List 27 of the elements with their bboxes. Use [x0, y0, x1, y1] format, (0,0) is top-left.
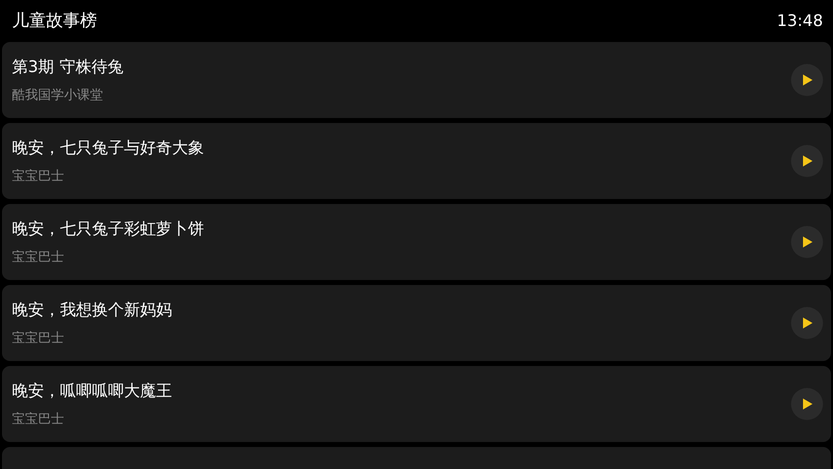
play-button[interactable] — [791, 64, 823, 96]
story-author: 宝宝巴士 — [12, 330, 65, 346]
story-card[interactable]: 晚安，我想换个新妈妈 宝宝巴士 — [2, 285, 831, 361]
story-author: 宝宝巴士 — [12, 410, 65, 428]
story-title: 晚安，七只兔子与好奇大象 — [12, 138, 205, 158]
story-card[interactable]: 第3期 守株待兔 酷我国学小课堂 — [2, 42, 831, 118]
story-author: 酷我国学小课堂 — [12, 86, 104, 104]
clock-time: 13:48 — [776, 10, 823, 30]
story-author: 宝宝巴士 — [12, 168, 65, 184]
play-icon — [802, 236, 812, 248]
story-card[interactable]: 晚安，呱唧呱唧大魔王 宝宝巴士 — [2, 366, 831, 442]
play-button[interactable] — [791, 307, 823, 339]
play-icon — [802, 398, 812, 410]
play-icon — [802, 155, 812, 167]
story-title: 第3期 守株待兔 — [12, 56, 124, 78]
play-button[interactable] — [791, 388, 823, 420]
story-title: 晚安，呱唧呱唧大魔王 — [12, 380, 173, 402]
play-icon — [802, 74, 812, 86]
story-title: 晚安，七只兔子彩虹萝卜饼 — [12, 218, 205, 240]
play-button[interactable] — [791, 145, 823, 177]
story-card[interactable]: 晚安，七只兔子与好奇大象 宝宝巴士 — [2, 123, 831, 199]
page-title: 儿童故事榜 — [12, 10, 97, 32]
story-author: 宝宝巴士 — [12, 248, 65, 266]
story-card[interactable]: 晚安，七只兔子彩虹萝卜饼 宝宝巴士 — [2, 204, 831, 280]
story-title: 晚安，我想换个新妈妈 — [12, 300, 173, 320]
play-icon — [802, 317, 812, 329]
play-button[interactable] — [791, 226, 823, 258]
